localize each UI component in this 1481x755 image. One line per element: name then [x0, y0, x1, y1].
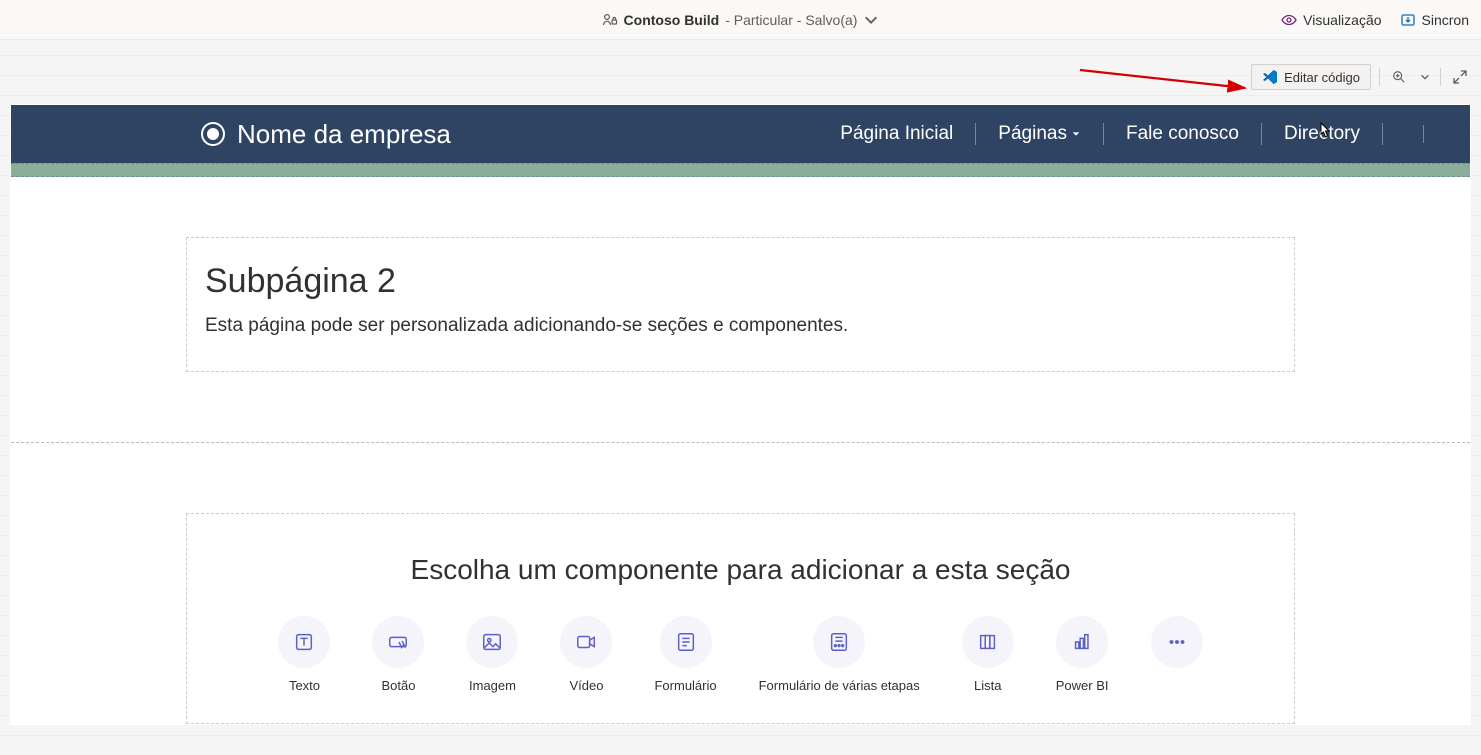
nav-directory-label: Directory — [1284, 123, 1360, 145]
component-list[interactable]: Lista — [962, 616, 1014, 693]
toolbar-divider — [1379, 68, 1380, 86]
component-row: Texto Botão Imagem — [207, 616, 1274, 693]
preview-label: Visualização — [1303, 12, 1381, 28]
video-icon — [560, 616, 612, 668]
topbar-actions: Visualização Sincron — [1281, 12, 1469, 28]
component-multistep-form[interactable]: Formulário de várias etapas — [759, 616, 920, 693]
nav-search[interactable] — [1383, 125, 1424, 143]
zoom-dropdown[interactable] — [1418, 66, 1432, 88]
component-label: Formulário — [654, 678, 716, 693]
nav-pages-label: Páginas — [998, 123, 1067, 145]
nav-contact[interactable]: Fale conosco — [1104, 123, 1262, 145]
section-placeholder-bar[interactable] — [11, 163, 1470, 177]
page-content: Subpágina 2 Esta página pode ser persona… — [11, 237, 1470, 724]
nav-pages[interactable]: Páginas — [976, 123, 1104, 145]
component-text[interactable]: Texto — [278, 616, 330, 693]
text-section[interactable]: Subpágina 2 Esta página pode ser persona… — [186, 237, 1295, 372]
expand-icon — [1452, 69, 1468, 85]
text-icon — [278, 616, 330, 668]
component-video[interactable]: Vídeo — [560, 616, 612, 693]
component-label: Power BI — [1056, 678, 1109, 693]
page-title: Subpágina 2 — [205, 262, 1276, 301]
component-button[interactable]: Botão — [372, 616, 424, 693]
nav-contact-label: Fale conosco — [1126, 123, 1239, 145]
app-topbar: Contoso Build - Particular - Salvo(a) Vi… — [0, 0, 1481, 40]
multistep-form-icon — [813, 616, 865, 668]
annotation-arrow — [1075, 60, 1255, 100]
component-label: Vídeo — [569, 678, 603, 693]
brand-name: Nome da empresa — [237, 119, 451, 150]
expand-button[interactable] — [1449, 66, 1471, 88]
component-label: Texto — [289, 678, 320, 693]
component-picker: Escolha um componente para adicionar a e… — [186, 513, 1295, 724]
section-divider — [11, 442, 1470, 443]
nav-directory[interactable]: Directory — [1262, 123, 1383, 145]
site-header: Nome da empresa Página Inicial Páginas F… — [11, 105, 1470, 163]
edit-code-label: Editar código — [1284, 70, 1360, 85]
canvas-toolbar: Editar código — [1251, 64, 1471, 90]
component-form[interactable]: Formulário — [654, 616, 716, 693]
site-preview: Nome da empresa Página Inicial Páginas F… — [10, 104, 1471, 725]
component-powerbi[interactable]: Power BI — [1056, 616, 1109, 693]
magnifier-plus-icon — [1392, 70, 1406, 84]
environment-selector[interactable]: Contoso Build - Particular - Salvo(a) — [602, 12, 880, 28]
form-icon — [660, 616, 712, 668]
people-lock-icon — [602, 12, 618, 28]
component-image[interactable]: Imagem — [466, 616, 518, 693]
chevron-down-icon — [863, 12, 879, 28]
brand[interactable]: Nome da empresa — [201, 119, 451, 150]
component-label: Formulário de várias etapas — [759, 678, 920, 693]
edit-code-button[interactable]: Editar código — [1251, 64, 1371, 90]
picker-heading: Escolha um componente para adicionar a e… — [207, 554, 1274, 586]
component-more[interactable] — [1151, 616, 1203, 693]
caret-down-icon — [1071, 129, 1081, 139]
list-icon — [962, 616, 1014, 668]
sync-button[interactable]: Sincron — [1400, 12, 1469, 28]
vscode-icon — [1262, 69, 1278, 85]
page-description: Esta página pode ser personalizada adici… — [205, 315, 1276, 337]
toolbar-divider — [1440, 68, 1441, 86]
preview-button[interactable]: Visualização — [1281, 12, 1381, 28]
nav-home-label: Página Inicial — [840, 123, 953, 145]
brand-logo-icon — [201, 122, 225, 146]
component-label: Lista — [974, 678, 1001, 693]
eye-icon — [1281, 12, 1297, 28]
sync-icon — [1400, 12, 1416, 28]
environment-status: - Particular - Salvo(a) — [725, 12, 857, 28]
primary-nav: Página Inicial Páginas Fale conosco Dire… — [818, 123, 1442, 145]
chevron-down-icon — [1420, 72, 1430, 82]
component-label: Botão — [381, 678, 415, 693]
environment-name: Contoso Build — [624, 12, 720, 28]
component-label: Imagem — [469, 678, 516, 693]
sync-label: Sincron — [1422, 12, 1469, 28]
button-icon — [372, 616, 424, 668]
image-icon — [466, 616, 518, 668]
more-icon — [1151, 616, 1203, 668]
powerbi-icon — [1056, 616, 1108, 668]
nav-home[interactable]: Página Inicial — [818, 123, 976, 145]
design-canvas: Editar código Nome da empresa Página Ini… — [0, 40, 1481, 755]
zoom-button[interactable] — [1388, 66, 1410, 88]
